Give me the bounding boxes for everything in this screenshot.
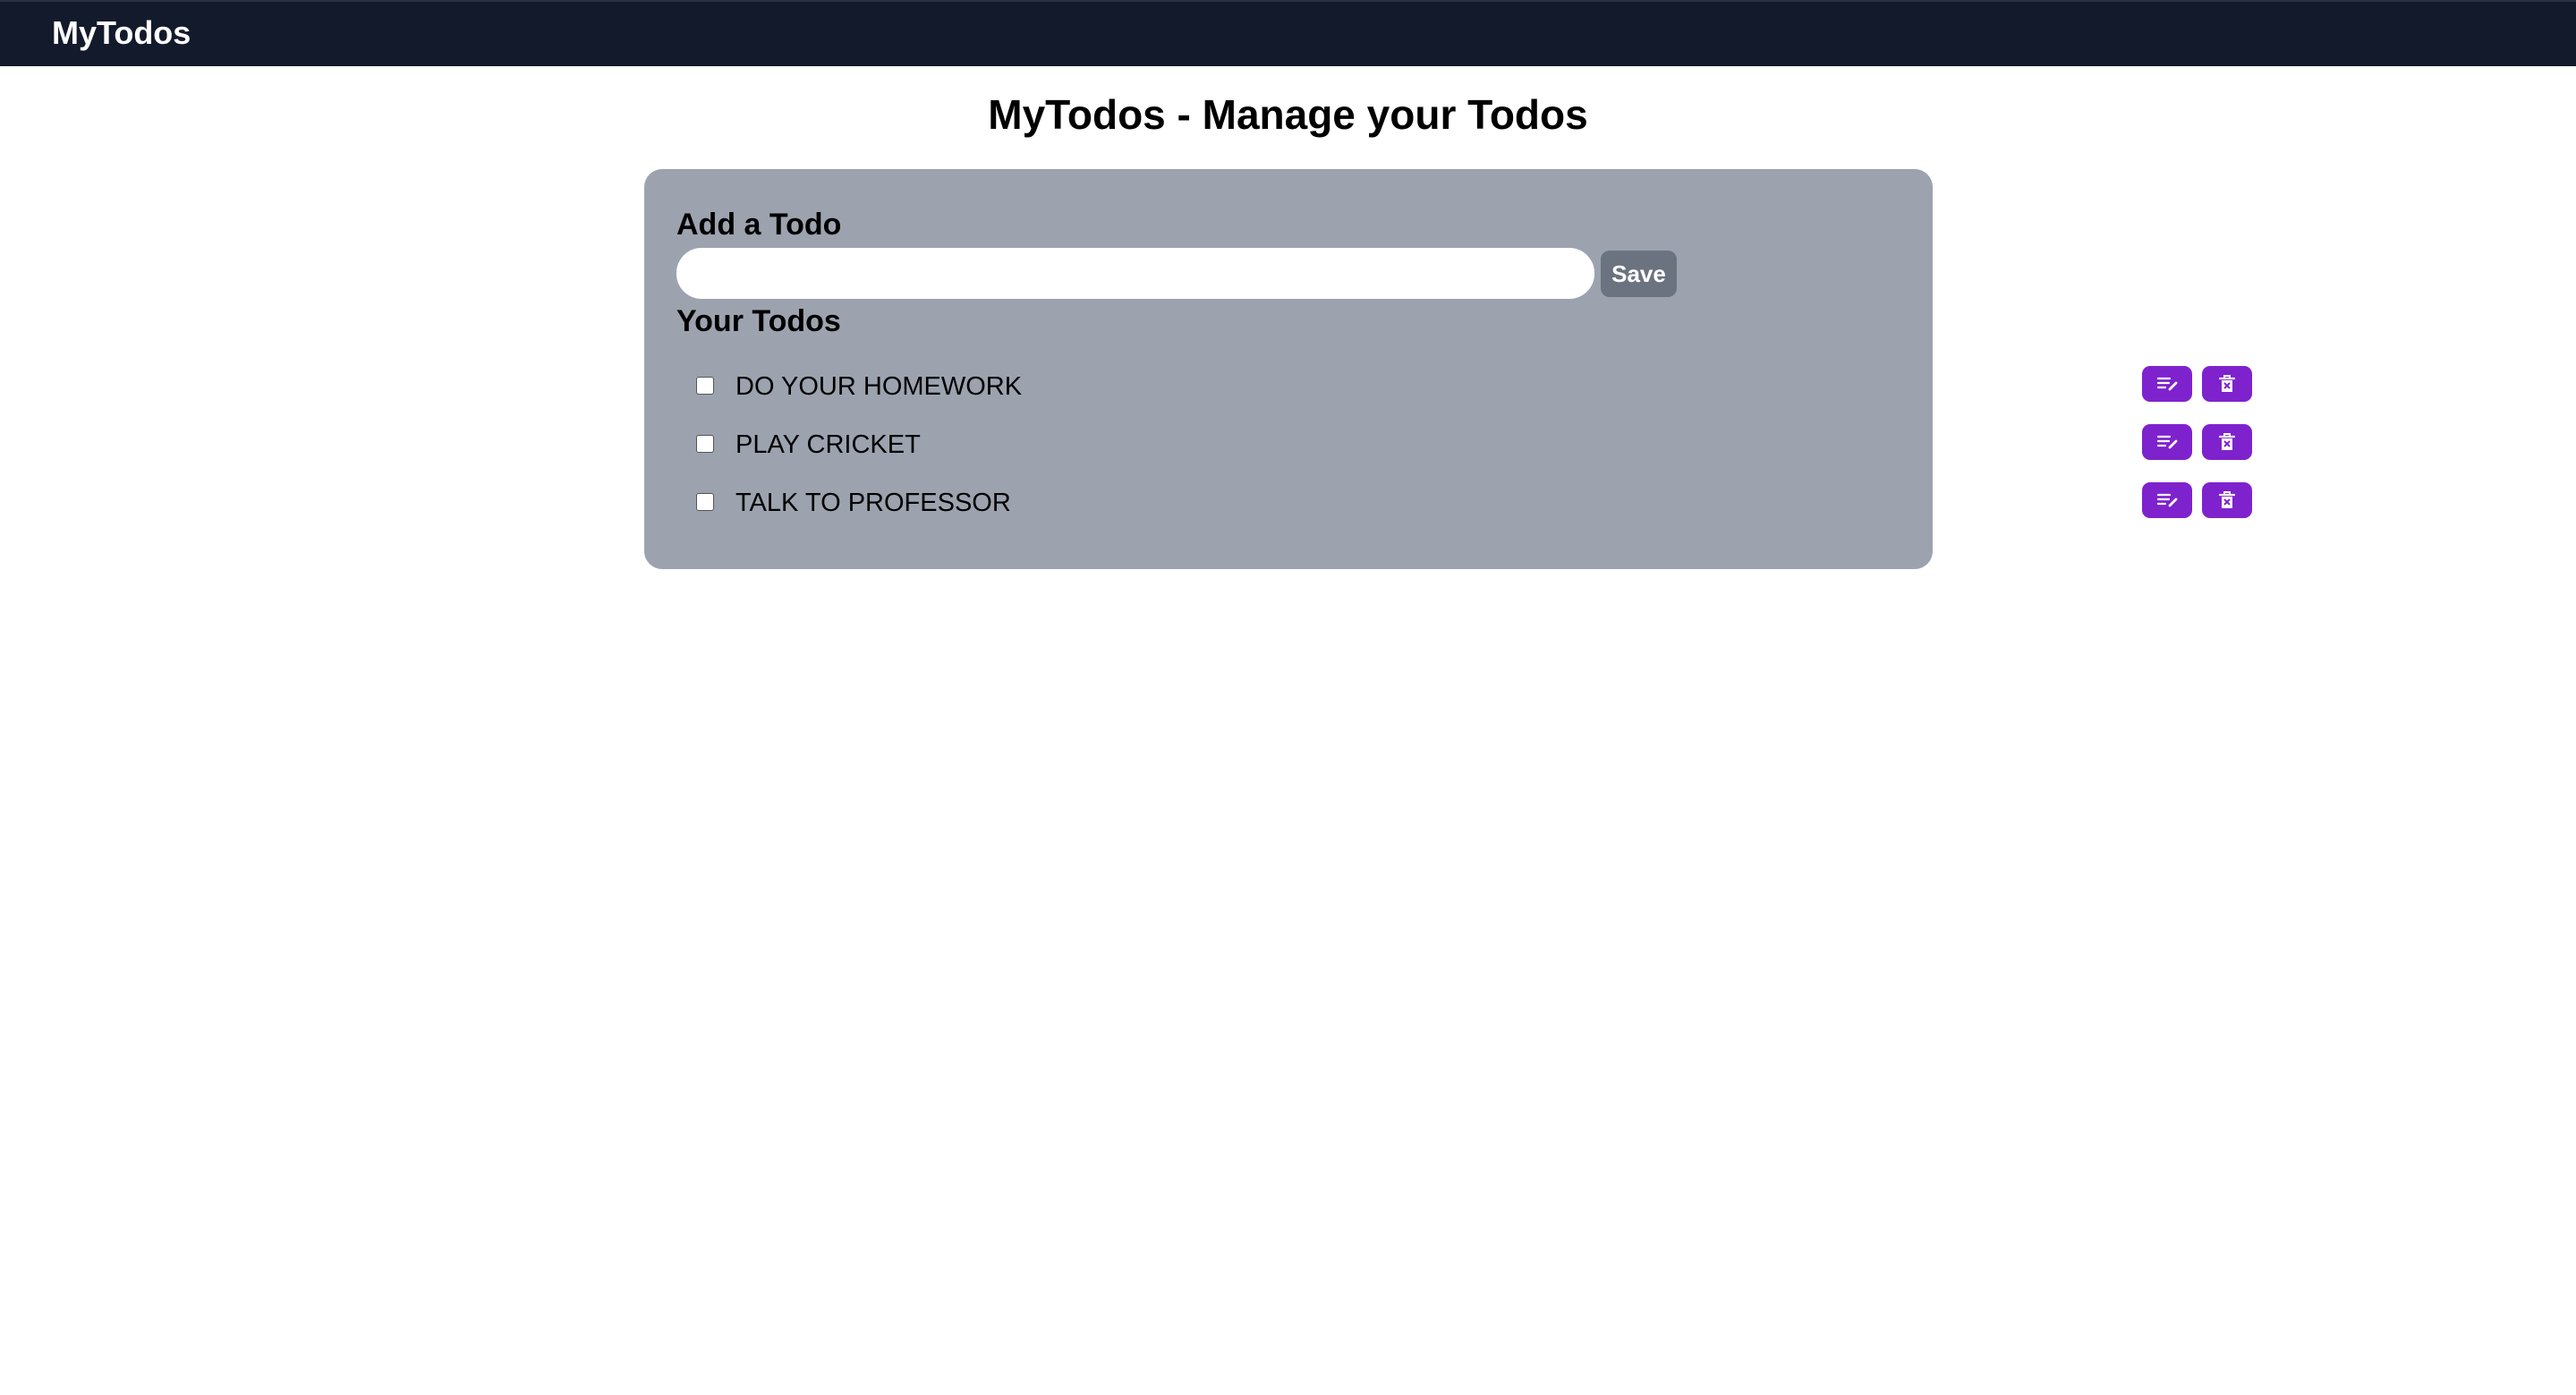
trash-icon bbox=[2218, 433, 2236, 450]
page-title: MyTodos - Manage your Todos bbox=[988, 91, 1588, 138]
trash-icon bbox=[2218, 491, 2236, 508]
edit-button[interactable] bbox=[2142, 366, 2192, 402]
brand-logo[interactable]: MyTodos bbox=[52, 11, 191, 55]
todo-checkbox[interactable] bbox=[696, 377, 714, 395]
todo-text: DO YOUR HOMEWORK bbox=[735, 372, 1023, 401]
edit-button[interactable] bbox=[2142, 482, 2192, 518]
edit-icon bbox=[2156, 435, 2178, 449]
todo-checkbox[interactable] bbox=[696, 493, 714, 511]
todo-input[interactable] bbox=[676, 248, 1594, 299]
todo-text: PLAY CRICKET bbox=[735, 430, 921, 459]
edit-button[interactable] bbox=[2142, 424, 2192, 460]
add-todo-label: Add a Todo bbox=[676, 208, 842, 242]
todo-text: TALK TO PROFESSOR bbox=[735, 489, 1011, 517]
save-button[interactable]: Save bbox=[1601, 251, 1677, 297]
edit-icon bbox=[2156, 493, 2178, 507]
todo-checkbox[interactable] bbox=[696, 435, 714, 453]
navbar: MyTodos bbox=[0, 0, 2576, 66]
todo-row: DO YOUR HOMEWORK bbox=[676, 364, 2252, 409]
delete-button[interactable] bbox=[2202, 424, 2252, 460]
todo-row: TALK TO PROFESSOR bbox=[676, 481, 2252, 525]
edit-icon bbox=[2156, 377, 2178, 391]
delete-button[interactable] bbox=[2202, 482, 2252, 518]
delete-button[interactable] bbox=[2202, 366, 2252, 402]
todo-panel: Add a Todo Save Your Todos DO YOUR HOMEW… bbox=[644, 169, 2252, 569]
todo-row: PLAY CRICKET bbox=[676, 422, 2252, 467]
your-todos-label: Your Todos bbox=[676, 304, 841, 338]
trash-icon bbox=[2218, 375, 2236, 392]
